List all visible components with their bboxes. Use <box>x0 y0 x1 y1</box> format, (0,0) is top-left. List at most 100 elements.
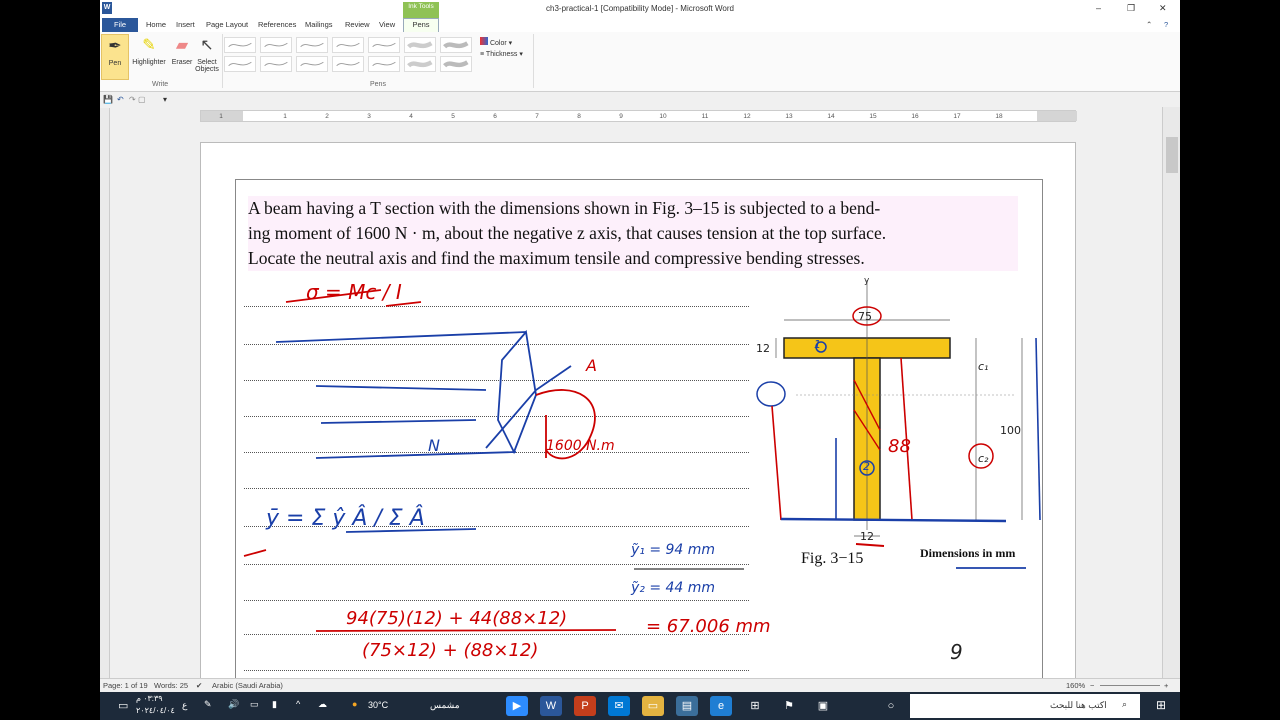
pen-style-swatch[interactable] <box>404 37 436 53</box>
zoom-slider[interactable] <box>1100 685 1160 686</box>
save-icon[interactable]: 💾 <box>103 95 113 104</box>
tab-mailings[interactable]: Mailings <box>305 20 333 29</box>
page-count[interactable]: Page: 1 of 19 <box>103 681 148 690</box>
minimize-icon[interactable]: – <box>1096 3 1101 13</box>
document-page[interactable]: A beam having a T section with the dimen… <box>200 142 1076 683</box>
help-icon[interactable]: ? <box>1164 20 1168 29</box>
task-view-icon[interactable]: ▣ <box>812 696 834 716</box>
pen-style-swatch[interactable] <box>296 56 328 72</box>
pen-style-swatch[interactable] <box>368 56 400 72</box>
content-frame: A beam having a T section with the dimen… <box>235 179 1043 683</box>
tray-chevron-icon[interactable]: ^ <box>296 699 300 709</box>
undo-icon[interactable]: ↶ <box>117 95 124 104</box>
tab-view[interactable]: View <box>379 20 395 29</box>
tab-pens[interactable]: Pens <box>403 18 439 32</box>
tab-home[interactable]: Home <box>146 20 166 29</box>
eraser-button[interactable]: ▰ Eraser <box>168 34 196 80</box>
divider <box>533 34 534 88</box>
minimize-ribbon-icon[interactable]: ⌃ <box>1146 20 1152 29</box>
pen-style-swatch[interactable] <box>224 56 256 72</box>
tab-file[interactable]: File <box>102 18 138 32</box>
print-icon[interactable]: ▢ <box>138 95 146 104</box>
pen-style-swatch[interactable] <box>440 56 472 72</box>
widgets-icon[interactable]: ⚑ <box>778 696 800 716</box>
word-count[interactable]: Words: 25 <box>154 681 188 690</box>
title-bar: W ch3-practical-1 [Compatibility Mode] -… <box>100 0 1180 18</box>
language-indicator[interactable]: Arabic (Saudi Arabia) <box>212 681 283 690</box>
dotted-line <box>244 452 749 453</box>
taskbar-search[interactable]: اكتب هنا للبحث ⌕ <box>910 694 1140 718</box>
input-language[interactable]: ع <box>182 700 187 711</box>
teams-icon[interactable]: ⊞ <box>744 696 766 716</box>
problem-statement[interactable]: A beam having a T section with the dimen… <box>248 196 1018 271</box>
tab-page-layout[interactable]: Page Layout <box>206 20 248 29</box>
pen-button[interactable]: ✒ Pen <box>101 34 129 80</box>
ruler-number: 10 <box>659 113 667 120</box>
cloud-icon[interactable]: ☁ <box>318 699 327 710</box>
cortana-icon[interactable]: ○ <box>880 696 902 716</box>
color-dropdown[interactable]: Color ▾ <box>480 37 512 47</box>
thickness-label: Thickness <box>485 51 518 58</box>
mail-icon[interactable]: ✉ <box>608 696 630 716</box>
close-icon[interactable]: ✕ <box>1159 3 1167 14</box>
volume-icon[interactable]: 🔊 <box>228 699 239 710</box>
pen-style-swatch[interactable] <box>440 37 472 53</box>
window-title: ch3-practical-1 [Compatibility Mode] - M… <box>546 4 734 13</box>
zoom-app-icon[interactable]: ▶ <box>506 696 528 716</box>
highlighter-button[interactable]: ✎ Highlighter <box>130 34 168 80</box>
zoom-level[interactable]: 160% <box>1066 681 1085 690</box>
store-icon[interactable]: ▤ <box>676 696 698 716</box>
pen-style-swatch[interactable] <box>224 37 256 53</box>
pen-icon[interactable]: ✎ <box>204 699 212 710</box>
dotted-line <box>244 564 749 565</box>
windows-start-icon[interactable]: ⊞ <box>1156 698 1166 712</box>
scrollbar-thumb[interactable] <box>1166 137 1178 173</box>
fig-label-c2: c₂ <box>978 452 989 465</box>
pen-style-swatch[interactable] <box>332 56 364 72</box>
pen-style-swatch[interactable] <box>296 37 328 53</box>
restore-icon[interactable]: ❐ <box>1127 3 1135 14</box>
clock-date[interactable]: ٢٠٢٤/٠٤/٠٤ <box>136 706 175 715</box>
tab-references[interactable]: References <box>258 20 296 29</box>
ink-stroke <box>315 385 487 391</box>
handwriting-part-2: 2 <box>863 460 870 473</box>
fig-label-100: 100 <box>1000 424 1021 437</box>
dotted-line <box>244 670 749 671</box>
divider <box>222 34 223 88</box>
vertical-scrollbar[interactable] <box>1162 107 1180 678</box>
pen-style-swatch[interactable] <box>260 56 292 72</box>
customize-qat-icon[interactable]: ▾ <box>163 95 167 104</box>
ruler-number: 1 <box>283 113 287 120</box>
weather-desc[interactable]: مشمس <box>430 700 460 711</box>
pen-style-swatch[interactable] <box>332 37 364 53</box>
network-icon[interactable]: ▭ <box>250 699 259 710</box>
zoom-in-icon[interactable]: + <box>1164 681 1168 690</box>
thickness-dropdown[interactable]: ≡ Thickness ▾ <box>480 50 523 58</box>
proofing-icon[interactable]: ✔ <box>196 681 202 690</box>
pen-style-swatch[interactable] <box>260 37 292 53</box>
pen-style-swatch[interactable] <box>368 37 400 53</box>
tab-review[interactable]: Review <box>345 20 370 29</box>
weather-temp[interactable]: 30°C <box>368 700 388 710</box>
battery-icon[interactable]: ▮ <box>272 699 277 710</box>
select-objects-button[interactable]: ↖ Select Objects <box>194 34 220 80</box>
redo-icon[interactable]: ↷ <box>129 95 136 104</box>
word-taskbar-icon[interactable]: W <box>540 696 562 716</box>
zoom-out-icon[interactable]: − <box>1090 681 1094 690</box>
ruler-number: 16 <box>911 113 919 120</box>
thickness-icon: ≡ <box>480 51 485 58</box>
clock-time[interactable]: ٠٣:٣٩ م <box>136 694 163 703</box>
tab-insert[interactable]: Insert <box>176 20 195 29</box>
powerpoint-icon[interactable]: P <box>574 696 596 716</box>
ruler-number: 13 <box>785 113 793 120</box>
status-bar: Page: 1 of 19 Words: 25 ✔ Arabic (Saudi … <box>100 678 1180 692</box>
pen-style-swatch[interactable] <box>404 56 436 72</box>
horizontal-ruler[interactable]: 1 1 2 3 4 5 6 7 8 9 10 11 12 13 14 15 16 17 18 <box>200 110 1077 122</box>
fig-label-75: 75 <box>858 310 872 323</box>
highlighter-icon: ✎ <box>142 37 156 54</box>
file-explorer-icon[interactable]: ▭ <box>642 696 664 716</box>
color-label: Color <box>489 40 507 47</box>
notification-icon[interactable]: ▭ <box>118 699 128 712</box>
edge-icon[interactable]: e <box>710 696 732 716</box>
ruler-number: 7 <box>535 113 539 120</box>
